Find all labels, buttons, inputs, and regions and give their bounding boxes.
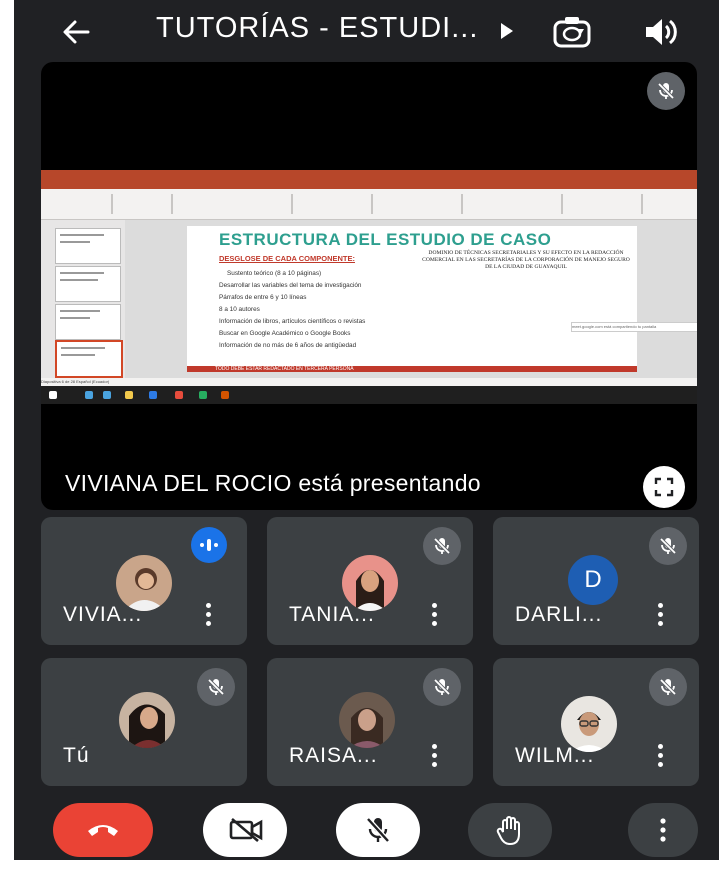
fullscreen-button[interactable] xyxy=(643,466,685,508)
camera-off-icon xyxy=(229,818,263,842)
slide-thumbnail xyxy=(55,266,121,302)
participant-name: Tú xyxy=(63,744,90,767)
participant-name: TANIA... xyxy=(289,603,375,626)
top-bar: TUTORÍAS - ESTUDI... xyxy=(14,0,719,64)
participant-tile[interactable]: VIVIA... xyxy=(41,517,247,645)
volume-icon[interactable] xyxy=(642,15,678,49)
more-vert-icon[interactable] xyxy=(655,603,665,627)
powerpoint-title-bar xyxy=(41,170,697,180)
mic-off-icon xyxy=(649,668,687,706)
speaking-indicator-icon xyxy=(191,527,227,563)
mic-off-icon xyxy=(657,82,675,100)
slide-list-item: Información de libros, artículos científ… xyxy=(219,318,366,325)
mic-off-icon xyxy=(197,668,235,706)
powerpoint-ribbon xyxy=(41,189,697,220)
meet-app: TUTORÍAS - ESTUDI... ESTRUCTURA DEL ESTU… xyxy=(14,0,719,860)
camera-toggle-button[interactable] xyxy=(203,803,287,857)
slide-title: ESTRUCTURA DEL ESTUDIO DE CASO xyxy=(219,230,552,249)
windows-taskbar xyxy=(41,386,697,404)
slide-research-topic: DOMINIO DE TÉCNICAS SECRETARIALES Y SU E… xyxy=(422,250,630,270)
participant-tile[interactable]: TANIA... xyxy=(267,517,473,645)
mic-off-icon xyxy=(649,527,687,565)
fullscreen-icon xyxy=(654,477,674,497)
more-vert-icon[interactable] xyxy=(429,744,439,768)
end-call-button[interactable] xyxy=(53,803,153,857)
slide-thumbnail xyxy=(55,304,121,340)
slide-footer-text: TODO DEBE ESTAR REDACTADO EN TERCERA PER… xyxy=(215,366,354,372)
current-slide: ESTRUCTURA DEL ESTUDIO DE CASO DESGLOSE … xyxy=(187,226,637,372)
more-vert-icon[interactable] xyxy=(429,603,439,627)
slide-list-item: Buscar en Google Académico o Google Book… xyxy=(219,330,351,337)
participant-tile[interactable]: RAISA... xyxy=(267,658,473,786)
avatar xyxy=(119,692,175,748)
powerpoint-tab-bar xyxy=(41,180,697,189)
phone-hangup-icon xyxy=(88,825,118,836)
slide-list: Sustento teórico (8 a 10 páginas) Desarr… xyxy=(219,268,365,352)
participant-tile[interactable]: D DARLI... xyxy=(493,517,699,645)
shared-screen: ESTRUCTURA DEL ESTUDIO DE CASO DESGLOSE … xyxy=(41,170,697,404)
avatar-initial: D xyxy=(568,555,618,605)
avatar xyxy=(339,692,395,748)
mic-off-icon xyxy=(423,527,461,565)
slide-subtitle: DESGLOSE DE CADA COMPONENTE: xyxy=(219,254,355,263)
slide-thumbnail xyxy=(55,228,121,264)
mic-off-icon xyxy=(366,817,390,843)
slide-list-item: Información de no más de 6 años de antig… xyxy=(219,342,357,349)
participant-name: VIVIA... xyxy=(63,603,143,626)
slide-footer-banner: TODO DEBE ESTAR REDACTADO EN TERCERA PER… xyxy=(187,366,637,372)
more-vert-icon[interactable] xyxy=(655,744,665,768)
slide-thumbnail-selected xyxy=(55,340,123,378)
slide-list-item: Sustento teórico (8 a 10 páginas) xyxy=(227,270,322,277)
mic-off-icon xyxy=(423,668,461,706)
presentation-mic-status xyxy=(647,72,685,110)
raise-hand-button[interactable] xyxy=(468,803,552,857)
back-arrow-icon[interactable] xyxy=(58,14,94,50)
switch-camera-icon[interactable] xyxy=(552,14,592,50)
hand-icon xyxy=(496,816,520,846)
participant-name: DARLI... xyxy=(515,603,603,626)
slide-list-item: Desarrollar las variables del tema de in… xyxy=(219,282,362,289)
slide-list-item: 8 a 10 autores xyxy=(219,306,260,313)
participant-tile[interactable]: Tú xyxy=(41,658,247,786)
microphone-toggle-button[interactable] xyxy=(336,803,420,857)
powerpoint-status-bar: Diapositiva 6 de 28 Español (Ecuador) xyxy=(41,378,697,386)
meeting-title[interactable]: TUTORÍAS - ESTUDI... xyxy=(156,12,478,45)
slide-list-item: Párrafos de entre 6 y 10 líneas xyxy=(219,294,307,301)
presentation-tile[interactable]: ESTRUCTURA DEL ESTUDIO DE CASO DESGLOSE … xyxy=(41,62,697,510)
more-vert-icon xyxy=(660,818,666,842)
participant-tile[interactable]: WILM... xyxy=(493,658,699,786)
participant-name: RAISA... xyxy=(289,744,378,767)
more-vert-icon[interactable] xyxy=(203,603,213,627)
slide-thumbnails xyxy=(41,220,125,378)
screen-share-tooltip: meet.google.com está compartiendo tu pan… xyxy=(571,322,697,332)
caret-right-icon[interactable] xyxy=(498,20,516,42)
presenter-label: VIVIANA DEL ROCIO está presentando xyxy=(65,470,481,496)
more-options-button[interactable] xyxy=(628,803,698,857)
participant-name: WILM... xyxy=(515,744,595,767)
